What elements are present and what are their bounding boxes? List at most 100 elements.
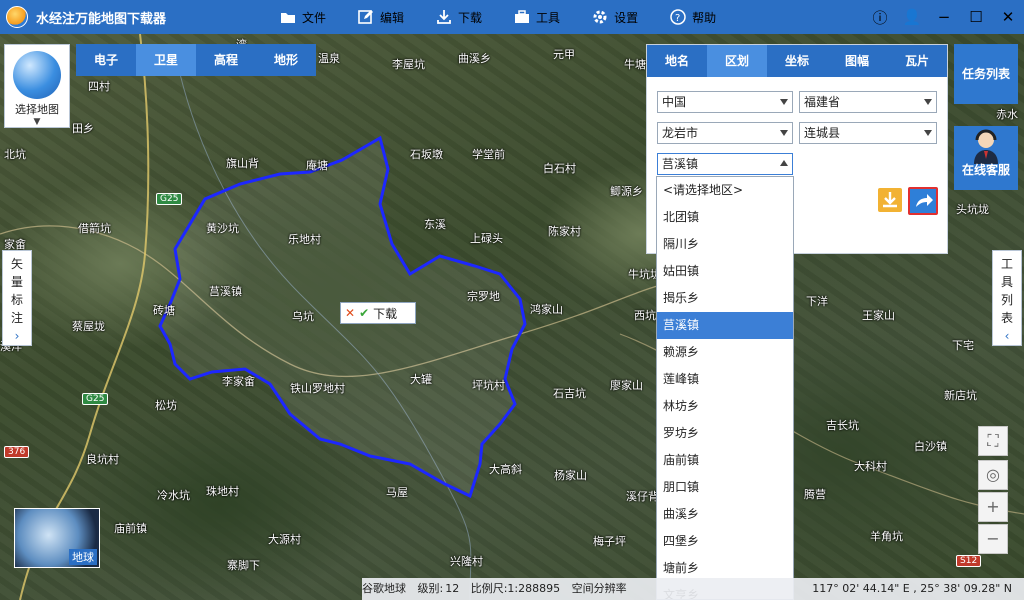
province-select[interactable]: 福建省	[799, 91, 937, 113]
map-place-label: 白石村	[543, 162, 576, 175]
locate-button[interactable]: ◎	[978, 460, 1008, 490]
road-shield: G25	[156, 193, 183, 205]
tab-map-satellite[interactable]: 卫星	[136, 44, 196, 76]
menu-tools[interactable]: 工具	[514, 9, 560, 26]
maximize-button[interactable]: ☐	[960, 8, 992, 26]
menu-file[interactable]: 文件	[280, 9, 326, 26]
map-place-label: 蔡屋垅	[72, 320, 105, 333]
map-place-label: 溪仔背	[626, 490, 659, 503]
task-list-button[interactable]: 任务列表	[954, 44, 1018, 104]
tab-map-terrain[interactable]: 地形	[256, 44, 316, 76]
menu-download[interactable]: 下载	[436, 9, 482, 26]
cancel-icon[interactable]: ✕	[345, 306, 355, 320]
map-place-label: 大科村	[854, 460, 887, 473]
map-place-label: 吉长坑	[826, 419, 859, 432]
status-source: 谷歌地球	[362, 582, 406, 595]
status-level: 12	[445, 582, 460, 595]
map-place-label: 腾营	[804, 488, 826, 501]
tab-map-electronic[interactable]: 电子	[76, 44, 136, 76]
dropdown-option[interactable]: 莲峰镇	[657, 366, 793, 393]
map-place-label: 宗罗地	[467, 290, 500, 303]
fullscreen-button[interactable]: ⛶	[978, 426, 1008, 456]
select-map-button[interactable]: 选择地图 ▼	[4, 44, 70, 128]
vertical-char: 列	[1000, 293, 1013, 307]
dropdown-option[interactable]: 罗坊乡	[657, 420, 793, 447]
dropdown-option[interactable]: <请选择地区>	[657, 177, 793, 204]
vertical-char: 表	[1000, 311, 1013, 325]
online-service-button[interactable]: 在线客服	[954, 126, 1018, 190]
chevron-right-icon: ›	[14, 329, 20, 343]
dropdown-option[interactable]: 莒溪镇	[657, 312, 793, 339]
map-place-label: 寨脚下	[227, 559, 260, 572]
dropdown-arrow-icon	[924, 130, 932, 136]
tab-map-elevation[interactable]: 高程	[196, 44, 256, 76]
menu-settings[interactable]: 设置	[592, 9, 638, 26]
county-select[interactable]: 连城县	[799, 122, 937, 144]
dropdown-arrow-up-icon	[780, 160, 788, 166]
dropdown-option[interactable]: 曲溪乡	[657, 501, 793, 528]
check-icon[interactable]: ✔	[359, 306, 369, 320]
map-place-label: 李家畲	[222, 375, 255, 388]
road-shield: S12	[956, 555, 982, 567]
map-place-label: 良坑村	[86, 453, 119, 466]
download-popup: ✕ ✔ 下载	[340, 302, 416, 324]
folder-icon	[281, 13, 295, 23]
vertical-char: 注	[10, 311, 23, 325]
info-icon[interactable]: ⓘ	[864, 7, 896, 28]
tab-tile[interactable]: 瓦片	[887, 45, 947, 77]
minimize-button[interactable]: −	[928, 8, 960, 26]
town-dropdown-list: <请选择地区> 北团镇 隔川乡 姑田镇 揭乐乡 莒溪镇 赖源乡 莲峰镇 林坊乡 罗坊乡 庙前镇 朋口镇…	[656, 176, 794, 600]
menu-tools-label: 工具	[536, 10, 561, 25]
help-icon: ?	[670, 9, 686, 25]
dropdown-option[interactable]: 姑田镇	[657, 258, 793, 285]
zoom-in-button[interactable]: +	[978, 492, 1008, 522]
map-place-label: 大高斜	[489, 463, 522, 476]
vector-annotation-tab[interactable]: 矢量标注 ›	[2, 250, 32, 346]
dropdown-option[interactable]: 赖源乡	[657, 339, 793, 366]
download-icon	[437, 10, 451, 24]
map-place-label: 鲫源乡	[610, 185, 643, 198]
dropdown-option[interactable]: 揭乐乡	[657, 285, 793, 312]
menu-edit-label: 编辑	[380, 10, 405, 25]
user-icon[interactable]: 👤	[896, 8, 928, 26]
globe-icon	[13, 51, 61, 99]
customer-service-avatar-icon	[974, 129, 998, 164]
map-place-label: 大罐	[410, 373, 432, 386]
earth-view-button[interactable]: 地球	[14, 508, 100, 568]
toolbox-icon	[515, 10, 530, 23]
menu-help-label: 帮助	[692, 10, 717, 25]
menu-help[interactable]: ? 帮助	[670, 9, 716, 26]
dropdown-arrow-icon	[780, 130, 788, 136]
dropdown-option[interactable]: 庙前镇	[657, 447, 793, 474]
menu-edit[interactable]: 编辑	[358, 9, 404, 26]
town-select[interactable]: 莒溪镇	[657, 153, 793, 175]
dropdown-option[interactable]: 北团镇	[657, 204, 793, 231]
tab-coordinate[interactable]: 坐标	[767, 45, 827, 77]
popup-download-label[interactable]: 下载	[373, 305, 397, 322]
tool-list-tab[interactable]: 工具列表 ‹	[992, 250, 1022, 346]
map-place-label: 曲溪乡	[458, 52, 491, 65]
region-panel-tabs: 地名 区划 坐标 图幅 瓦片	[647, 45, 947, 77]
dropdown-arrow-icon	[780, 99, 788, 105]
status-bar: 谷歌地球 级别: 12 比例尺:1:288895 空间分辨率 117° 02' 4…	[362, 578, 1024, 600]
tab-place-name[interactable]: 地名	[647, 45, 707, 77]
map-place-label: 牛塘	[624, 58, 646, 71]
download-region-button[interactable]	[878, 188, 902, 212]
county-value: 连城县	[804, 126, 841, 140]
status-scale: 比例尺:1:288895	[470, 582, 561, 595]
city-select[interactable]: 龙岩市	[657, 122, 793, 144]
map-place-label: 铁山罗地村	[290, 382, 345, 395]
close-button[interactable]: ✕	[992, 8, 1024, 26]
go-to-region-button[interactable]	[908, 187, 938, 215]
dropdown-option[interactable]: 四堡乡	[657, 528, 793, 555]
tab-division[interactable]: 区划	[707, 45, 767, 77]
tab-map-sheet[interactable]: 图幅	[827, 45, 887, 77]
map-place-label: 东溪	[424, 218, 446, 231]
dropdown-option[interactable]: 朋口镇	[657, 474, 793, 501]
dropdown-option[interactable]: 林坊乡	[657, 393, 793, 420]
zoom-out-button[interactable]: −	[978, 524, 1008, 554]
dropdown-option[interactable]: 隔川乡	[657, 231, 793, 258]
city-value: 龙岩市	[662, 126, 699, 140]
country-value: 中国	[662, 95, 687, 109]
country-select[interactable]: 中国	[657, 91, 793, 113]
